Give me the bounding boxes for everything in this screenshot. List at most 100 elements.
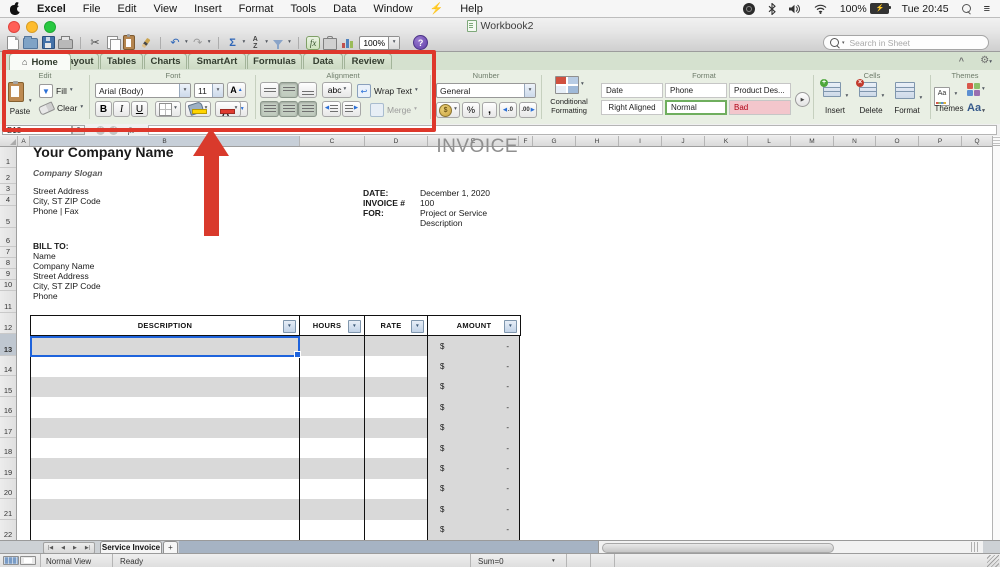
meta-value[interactable]: Project or Service: [420, 208, 490, 218]
fill-button[interactable]: ▼ Fill ▾: [39, 84, 73, 98]
description-cell[interactable]: [31, 376, 300, 398]
search-box[interactable]: ▾: [823, 35, 989, 50]
battery-indicator[interactable]: 100% ⚡: [840, 3, 891, 15]
row-header[interactable]: 19: [0, 458, 16, 479]
row-header[interactable]: 10: [0, 280, 16, 291]
meta-label[interactable]: INVOICE #: [363, 198, 405, 208]
percent-button[interactable]: %: [462, 102, 480, 118]
row-header[interactable]: 4: [0, 195, 16, 206]
name-box[interactable]: B13: [2, 125, 72, 135]
column-header[interactable]: N: [834, 136, 876, 146]
theme-fonts-button[interactable]: Aa ▾: [967, 102, 985, 114]
rate-cell[interactable]: [365, 437, 428, 459]
menu-data[interactable]: Data: [333, 3, 356, 15]
tab-data[interactable]: Data: [303, 53, 343, 69]
formula-builder-button[interactable]: fx: [305, 35, 321, 50]
select-all-corner[interactable]: [0, 136, 18, 146]
themes-button[interactable]: Aa ▾ Themes: [934, 82, 963, 113]
fill-handle[interactable]: [294, 351, 301, 358]
tab-formulas[interactable]: Formulas: [247, 53, 302, 69]
confirm-entry-icon[interactable]: ✓: [109, 125, 118, 135]
row-header[interactable]: 17: [0, 417, 16, 438]
save-icon[interactable]: [41, 36, 55, 50]
decrease-decimal-button[interactable]: .00 ▶: [519, 102, 537, 118]
filter-icon[interactable]: [271, 36, 285, 50]
description-filter-icon[interactable]: ▾: [283, 320, 296, 333]
amount-cell[interactable]: $ -: [428, 478, 520, 500]
row-header[interactable]: 14: [0, 356, 16, 376]
grow-font-button[interactable]: A ▲: [227, 82, 246, 98]
meta-value[interactable]: 100: [420, 198, 490, 208]
theme-colors-button[interactable]: ▾: [967, 83, 985, 96]
zoom-control[interactable]: 100% ▾: [359, 35, 401, 50]
horizontal-split-handle[interactable]: [971, 542, 979, 552]
autosum-icon[interactable]: Σ: [226, 36, 240, 50]
invoice-meta-values[interactable]: December 1, 2020 100 Project or Service Des…: [420, 188, 490, 228]
description-cell[interactable]: [31, 478, 300, 500]
rate-cell[interactable]: [365, 417, 428, 438]
currency-button[interactable]: $ ▾: [436, 102, 460, 118]
hours-cell[interactable]: [300, 478, 365, 500]
amount-cell[interactable]: $ -: [428, 458, 520, 479]
sort-icon[interactable]: AZ: [248, 36, 262, 50]
fx-icon[interactable]: fx: [128, 125, 134, 135]
address-line[interactable]: Street Address: [33, 186, 101, 196]
address-line[interactable]: City, ST ZIP Code: [33, 196, 101, 206]
rate-cell[interactable]: [365, 499, 428, 520]
column-header[interactable]: G: [533, 136, 576, 146]
column-header[interactable]: A: [18, 136, 30, 146]
tab-charts[interactable]: Charts: [144, 53, 187, 69]
filter-dropdown-icon[interactable]: ▾: [288, 39, 291, 46]
style-product-description[interactable]: Product Des...: [729, 83, 791, 98]
copy-icon[interactable]: [105, 36, 121, 52]
undo-icon[interactable]: ↶: [168, 36, 182, 50]
add-sheet-button[interactable]: +: [163, 541, 178, 553]
row-header[interactable]: 18: [0, 438, 16, 458]
company-address-block[interactable]: Street Address City, ST ZIP Code Phone | F…: [33, 186, 101, 216]
sheet-tab-service-invoice[interactable]: Service Invoice: [100, 541, 162, 553]
menu-edit[interactable]: Edit: [117, 3, 136, 15]
row-header[interactable]: 12: [0, 313, 16, 334]
horizontal-scrollbar[interactable]: [598, 541, 983, 553]
amount-cell[interactable]: $ -: [428, 519, 520, 540]
undo-dropdown-icon[interactable]: ▾: [185, 39, 188, 46]
ribbon-collapse-icon[interactable]: ^: [959, 56, 964, 66]
notification-center-icon[interactable]: ≡: [984, 3, 990, 15]
hours-cell[interactable]: [300, 458, 365, 479]
hours-filter-icon[interactable]: ▾: [348, 320, 361, 333]
bold-button[interactable]: B: [95, 101, 112, 117]
resize-grip[interactable]: [987, 555, 999, 567]
bill-to-block[interactable]: Name Company Name Street Address City, ST Z…: [33, 251, 101, 301]
row-header[interactable]: 22: [0, 520, 16, 540]
number-format-select[interactable]: General ▾: [436, 83, 536, 98]
font-size-select[interactable]: 11 ▾: [194, 83, 224, 98]
menu-format[interactable]: Format: [239, 3, 274, 15]
autosum-dropdown-icon[interactable]: ▾: [243, 39, 246, 46]
increase-decimal-button[interactable]: ◀ .0: [499, 102, 517, 118]
rate-cell[interactable]: [365, 478, 428, 500]
amount-filter-icon[interactable]: ▾: [504, 320, 517, 333]
help-button[interactable]: ?: [413, 35, 429, 50]
description-cell[interactable]: [31, 519, 300, 540]
horizontal-scroll-thumb[interactable]: [602, 542, 834, 553]
header-hours[interactable]: HOURS ▾: [300, 316, 365, 335]
apple-menu-icon[interactable]: [10, 1, 23, 15]
chart-icon[interactable]: [340, 36, 354, 50]
row-header[interactable]: 16: [0, 397, 16, 417]
align-middle-button[interactable]: [279, 82, 298, 98]
merge-button[interactable]: Merge ▾: [370, 103, 417, 117]
print-icon[interactable]: [58, 36, 73, 50]
paste-icon[interactable]: [122, 34, 136, 50]
wifi-icon[interactable]: [814, 4, 827, 14]
styles-more-button[interactable]: ▶: [795, 92, 810, 107]
row-header[interactable]: 6: [0, 228, 16, 247]
bill-to-label-cell[interactable]: BILL TO:: [33, 241, 69, 251]
address-line[interactable]: Phone | Fax: [33, 206, 101, 216]
search-input[interactable]: [847, 36, 982, 49]
description-cell[interactable]: [31, 499, 300, 520]
italic-button[interactable]: I: [113, 101, 130, 117]
description-cell[interactable]: [31, 458, 300, 479]
underline-button[interactable]: U: [131, 101, 148, 117]
tab-home[interactable]: ⌂ Home: [9, 53, 71, 70]
align-bottom-button[interactable]: [298, 82, 317, 98]
